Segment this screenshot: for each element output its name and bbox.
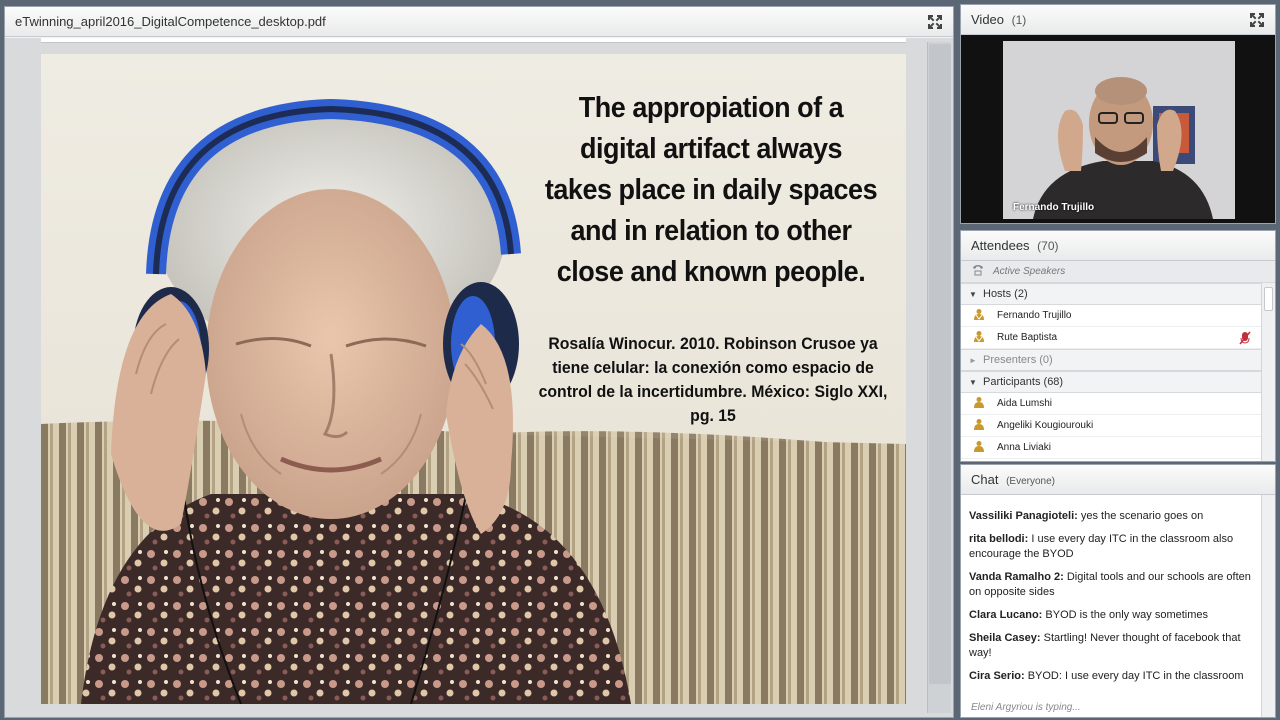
chat-message: Clara Lucano: BYOD is the only way somet… <box>969 608 1257 623</box>
citation-line: control de la incertidumbre. México: Sig… <box>538 382 888 401</box>
document-title: eTwinning_april2016_DigitalCompetence_de… <box>15 14 326 29</box>
quote-line: close and known people. <box>556 256 866 288</box>
chat-text: BYOD: I use every day ITC in the classro… <box>1024 670 1244 682</box>
host-icon <box>973 330 985 345</box>
chat-author: Vanda Ramalho 2: <box>969 571 1064 583</box>
slide-citation: Rosalía Winocur. 2010. Robinson Crusoe y… <box>536 332 889 428</box>
chat-messages: Vassiliki Panagioteli: yes the scenario … <box>969 509 1257 695</box>
chat-pod-header: Chat (Everyone) <box>961 465 1275 495</box>
chat-scrollbar[interactable] <box>1261 495 1275 717</box>
video-pod: Video (1) Fernando Trujillo <box>960 4 1276 224</box>
typing-indicator: Eleni Argyriou is typing... <box>971 702 1081 713</box>
attendees-scroll-thumb[interactable] <box>1264 287 1273 311</box>
document-scroll-thumb[interactable] <box>929 44 951 684</box>
participant-icon <box>973 396 985 411</box>
microphone-muted-icon[interactable] <box>1239 331 1251 348</box>
participant-icon <box>973 440 985 455</box>
chat-title: Chat <box>971 472 999 487</box>
presenters-label: Presenters (0) <box>983 354 1053 366</box>
host-icon <box>973 308 985 323</box>
attendee-name: Angeliki Kougiourouki <box>997 420 1094 431</box>
attendees-list: Active Speakers ▼ Hosts (2) Fernando Tru… <box>961 261 1275 461</box>
chat-text: yes the scenario goes on <box>1077 510 1204 522</box>
video-area: Fernando Trujillo <box>961 35 1275 223</box>
video-title: Video <box>971 12 1005 27</box>
host-row[interactable]: Fernando Trujillo <box>961 305 1261 327</box>
chat-message: rita bellodi: I use every day ITC in the… <box>969 532 1257 562</box>
webcam-image <box>1003 41 1235 219</box>
attendee-name: Fernando Trujillo <box>997 310 1072 321</box>
share-pod-header: eTwinning_april2016_DigitalCompetence_de… <box>5 7 953 37</box>
presentation-slide: The appropiation of a digital artifact a… <box>41 54 906 704</box>
attendee-name: Anna Liviaki <box>997 442 1051 453</box>
chat-pod: Chat (Everyone) Vassiliki Panagioteli: y… <box>960 464 1276 718</box>
phone-icon <box>971 264 985 279</box>
share-pod: eTwinning_april2016_DigitalCompetence_de… <box>4 6 954 718</box>
participant-icon <box>973 418 985 433</box>
chat-author: Sheila Casey: <box>969 632 1041 644</box>
hosts-label: Hosts (2) <box>983 288 1028 300</box>
previous-page-edge <box>41 38 906 43</box>
quote-line: takes place in daily spaces <box>544 174 878 206</box>
video-pod-header: Video (1) <box>961 5 1275 35</box>
participant-row[interactable]: Angeliki Kougiourouki <box>961 415 1261 437</box>
chevron-down-icon: ▼ <box>969 289 977 299</box>
attendee-name: Rute Baptista <box>997 332 1058 343</box>
video-count: (1) <box>1011 13 1027 27</box>
citation-line: tiene celular: la conexión como espacio … <box>552 358 874 377</box>
chat-scope[interactable]: (Everyone) <box>1006 476 1055 487</box>
chat-author: Cira Serio: <box>969 670 1025 682</box>
participants-label: Participants (68) <box>983 376 1064 388</box>
active-speakers-bar: Active Speakers <box>961 261 1275 283</box>
attendees-title: Attendees <box>971 238 1030 253</box>
presenters-section[interactable]: ► Presenters (0) <box>961 349 1261 371</box>
chat-author: Clara Lucano: <box>969 609 1043 621</box>
webcam-feed[interactable]: Fernando Trujillo <box>1003 41 1235 219</box>
speaker-name: Fernando Trujillo <box>1013 202 1095 213</box>
chat-message: Vanda Ramalho 2: Digital tools and our s… <box>969 570 1257 600</box>
chat-body: Vassiliki Panagioteli: yes the scenario … <box>961 495 1275 717</box>
active-speakers-label: Active Speakers <box>993 266 1066 277</box>
attendees-scrollbar[interactable] <box>1261 283 1275 461</box>
chat-message: Cira Serio: BYOD: I use every day ITC in… <box>969 669 1257 684</box>
chevron-right-icon: ► <box>969 355 977 365</box>
host-row[interactable]: Rute Baptista <box>961 327 1261 349</box>
attendee-name: Aida Lumshi <box>997 398 1053 409</box>
citation-line: pg. 15 <box>690 406 736 425</box>
chevron-down-icon: ▼ <box>969 377 977 387</box>
attendees-pod: Attendees (70) Active Speakers ▼ Hosts (… <box>960 230 1276 462</box>
participant-row[interactable]: Aida Lumshi <box>961 393 1261 415</box>
participants-section[interactable]: ▼ Participants (68) <box>961 371 1261 393</box>
participant-row[interactable]: Anna Liviaki <box>961 437 1261 459</box>
citation-line: Rosalía Winocur. 2010. Robinson Crusoe y… <box>548 334 878 353</box>
fullscreen-icon[interactable] <box>1247 10 1267 30</box>
quote-line: digital artifact always <box>579 133 843 165</box>
fullscreen-icon[interactable] <box>925 12 945 32</box>
hosts-section[interactable]: ▼ Hosts (2) <box>961 283 1261 305</box>
document-viewer[interactable]: The appropiation of a digital artifact a… <box>5 38 953 717</box>
slide-quote: The appropiation of a digital artifact a… <box>534 88 887 293</box>
quote-line: The appropiation of a <box>578 92 844 124</box>
quote-line: and in relation to other <box>570 215 852 247</box>
chat-author: rita bellodi: <box>969 533 1029 545</box>
chat-message: Sheila Casey: Startling! Never thought o… <box>969 631 1257 661</box>
chat-author: Vassiliki Panagioteli: <box>969 510 1078 522</box>
attendees-pod-header: Attendees (70) <box>961 231 1275 261</box>
document-scrollbar[interactable] <box>927 42 951 713</box>
chat-text: BYOD is the only way sometimes <box>1042 609 1209 621</box>
chat-message: Vassiliki Panagioteli: yes the scenario … <box>969 509 1257 524</box>
attendees-count: (70) <box>1037 239 1059 253</box>
